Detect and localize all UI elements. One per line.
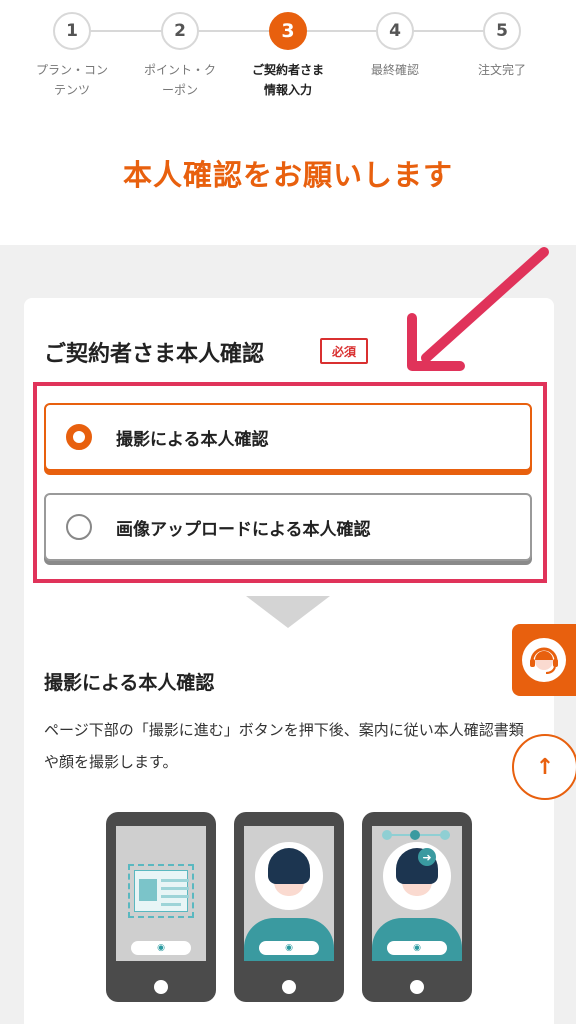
section-title: 撮影による本人確認 — [44, 672, 215, 694]
step-2: 2 ポイント・ク ーポン — [132, 12, 228, 100]
scroll-to-top-button[interactable]: ↑ — [512, 734, 576, 800]
card-title: ご契約者さま本人確認 — [44, 342, 265, 367]
operator-headset-icon — [530, 647, 558, 674]
phone-screen: ◉ — [244, 826, 334, 961]
step-number: 1 — [53, 12, 91, 50]
phone-screen: ➜ ◉ — [372, 826, 462, 961]
arrow-right-icon: ➜ — [418, 848, 436, 866]
step-5: 5 注文完了 — [454, 12, 550, 80]
phone-screen: ◉ — [116, 826, 206, 961]
step-label: 最終確認 — [370, 63, 419, 77]
support-chat-button[interactable] — [512, 624, 576, 696]
step-3-active: 3 ご契約者さま 情報入力 — [240, 12, 336, 100]
phone-illustration-id: ◉ — [106, 812, 216, 1002]
annotation-highlight-box — [33, 382, 547, 583]
required-badge: 必須 — [320, 338, 368, 364]
step-label: ポイント・ク ーポン — [143, 63, 216, 97]
phone-home-button — [410, 980, 424, 994]
id-card-icon — [128, 864, 194, 918]
camera-icon: ◉ — [131, 941, 191, 955]
camera-icon: ◉ — [259, 941, 319, 955]
step-label: プラン・コン テンツ — [35, 63, 108, 97]
red-arrow-icon — [407, 247, 549, 371]
section-description: ページ下部の「撮影に進む」ボタンを押下後、案内に従い本人確認書類や顔を撮影します… — [44, 721, 524, 771]
arrow-up-icon: ↑ — [535, 754, 555, 780]
header-area: 1 プラン・コン テンツ 2 ポイント・ク ーポン 3 ご契約者さま 情報入力 … — [0, 0, 576, 245]
page-title: 本人確認をお願いします — [122, 158, 453, 192]
step-1: 1 プラン・コン テンツ — [24, 12, 120, 100]
step-label: 注文完了 — [477, 63, 526, 77]
phone-illustration-face-turn: ➜ ◉ — [362, 812, 472, 1002]
phone-home-button — [154, 980, 168, 994]
step-number: 4 — [376, 12, 414, 50]
step-4: 4 最終確認 — [347, 12, 443, 80]
step-label: ご契約者さま 情報入力 — [251, 63, 324, 97]
step-number: 5 — [483, 12, 521, 50]
camera-icon: ◉ — [387, 941, 447, 955]
phone-illustration-face: ◉ — [234, 812, 344, 1002]
phone-home-button — [282, 980, 296, 994]
step-number: 3 — [269, 12, 307, 50]
step-number: 2 — [161, 12, 199, 50]
down-triangle-icon — [246, 596, 330, 628]
